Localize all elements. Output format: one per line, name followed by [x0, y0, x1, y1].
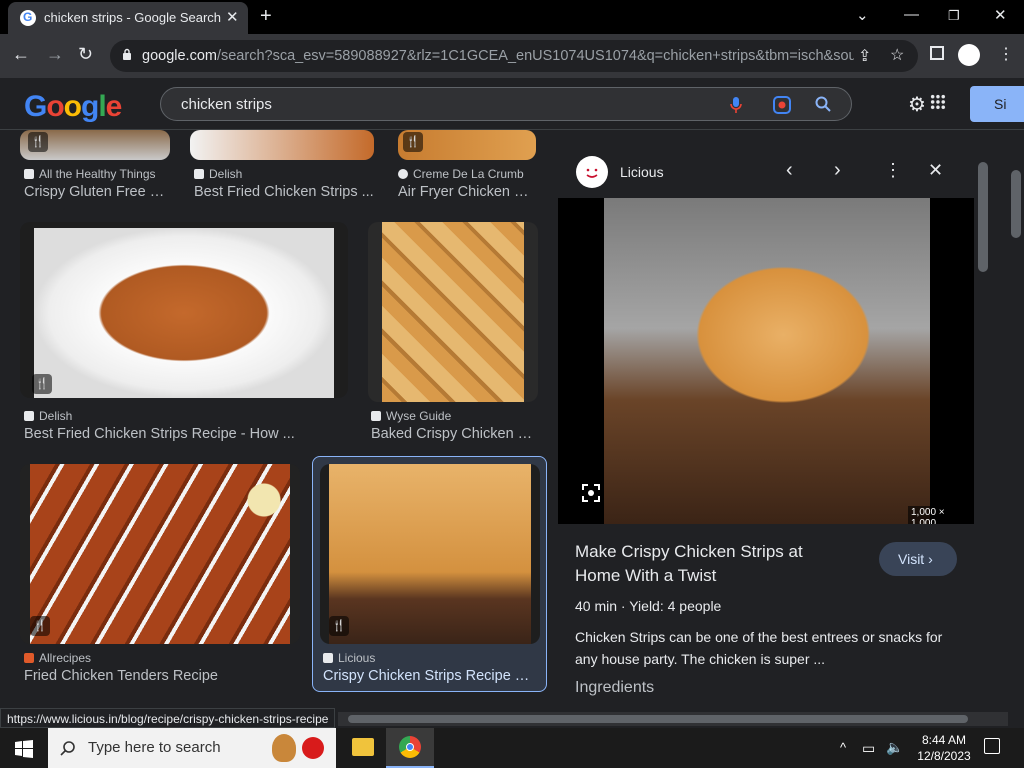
next-image-icon[interactable]: ›: [834, 159, 841, 182]
result-source: Allrecipes: [24, 651, 91, 665]
recipe-icon: 🍴: [403, 132, 423, 152]
close-tab-icon[interactable]: ✕: [226, 8, 239, 26]
forward-button[interactable]: →: [46, 44, 64, 65]
result-source: Delish: [24, 409, 72, 423]
more-options-icon[interactable]: ⋮: [884, 160, 902, 181]
recipe-icon: 🍴: [30, 616, 50, 636]
visit-button[interactable]: Visit ›: [879, 542, 957, 576]
volume-muted-icon[interactable]: 🔈: [886, 739, 903, 756]
bookmark-star-icon[interactable]: ☆: [890, 45, 904, 65]
result-source: Wyse Guide: [371, 409, 451, 423]
close-preview-icon[interactable]: ✕: [928, 160, 943, 181]
taskbar-search-icon: [60, 741, 75, 756]
result-source: Delish: [194, 167, 242, 181]
status-url: https://www.licious.in/blog/recipe/crisp…: [0, 708, 336, 728]
image-preview-panel: Licious ‹ › ⋮ ✕ 1,000 × 1,000 Make Crisp…: [558, 146, 974, 712]
lens-search-image-icon[interactable]: [582, 484, 600, 502]
tab-search-icon[interactable]: ⌄: [856, 6, 869, 24]
window-titlebar: chicken strips - Google Search ✕ + ⌄ — ❐…: [0, 0, 1024, 34]
sign-in-button[interactable]: Si: [970, 86, 1024, 122]
google-logo[interactable]: Google: [24, 90, 122, 124]
browser-toolbar: ← → ↻ google.com/search?sca_esv=58908892…: [0, 34, 1024, 78]
result-source: All the Healthy Things: [24, 167, 156, 181]
preview-image[interactable]: [604, 198, 930, 524]
preview-image-area[interactable]: 1,000 × 1,000: [558, 198, 974, 530]
close-window-button[interactable]: ✕: [994, 6, 1007, 24]
preview-description: Chicken Strips can be one of the best en…: [575, 629, 943, 667]
result-source: Creme De La Crumb: [398, 167, 524, 181]
result-thumbnail[interactable]: [190, 130, 374, 160]
result-title[interactable]: Air Fryer Chicken St...: [398, 184, 538, 200]
result-thumbnail[interactable]: 🍴: [398, 130, 536, 160]
lens-search-icon[interactable]: [773, 96, 791, 114]
result-thumbnail[interactable]: 🍴: [20, 130, 170, 160]
result-title[interactable]: Best Fried Chicken Strips Recipe - How .…: [24, 426, 344, 442]
chrome-taskbar-button[interactable]: [386, 728, 434, 768]
result-title[interactable]: Best Fried Chicken Strips ...: [194, 184, 374, 200]
preview-info: Make Crispy Chicken Strips at Home With …: [558, 524, 974, 712]
url-text: google.com/search?sca_esv=589088927&rlz=…: [142, 48, 854, 64]
new-tab-button[interactable]: +: [260, 5, 272, 28]
tab-title: chicken strips - Google Search: [44, 10, 222, 25]
licious-logo-icon: [576, 156, 608, 188]
show-hidden-icons[interactable]: ^: [840, 740, 846, 755]
search-icon[interactable]: [815, 96, 831, 112]
result-title[interactable]: Crispy Chicken Strips Recipe – ...: [323, 668, 537, 684]
result-title[interactable]: Baked Crispy Chicken S...: [371, 426, 537, 442]
file-explorer-icon[interactable]: [352, 738, 374, 756]
profile-avatar-icon[interactable]: [958, 44, 980, 66]
panel-scrollbar[interactable]: [976, 146, 990, 712]
menu-kebab-icon[interactable]: ⋮: [998, 44, 1014, 64]
reload-button[interactable]: ↻: [78, 44, 93, 65]
browser-tab[interactable]: chicken strips - Google Search ✕: [8, 2, 248, 34]
result-thumbnail[interactable]: 🍴: [20, 222, 348, 398]
panel-scroll-thumb[interactable]: [978, 162, 988, 272]
taskbar-search[interactable]: Type here to search: [48, 728, 336, 768]
network-icon[interactable]: ▭: [862, 740, 875, 757]
recipe-meta: 40 min · Yield: 4 people: [575, 598, 722, 614]
voice-search-icon[interactable]: [729, 96, 743, 114]
google-favicon-icon: [20, 10, 36, 26]
restore-button[interactable]: ❐: [948, 8, 960, 24]
notifications-icon[interactable]: [984, 738, 1000, 754]
chrome-icon-center: [406, 743, 414, 751]
lock-icon: [123, 48, 131, 60]
ornament-icon: [302, 737, 324, 759]
ingredients-heading: Ingredients: [575, 679, 655, 696]
result-thumbnail[interactable]: [368, 222, 538, 402]
windows-taskbar: Type here to search ^ ▭ 🔈 8:44 AM 12/8/2…: [0, 728, 1024, 768]
result-source: Licious: [323, 651, 375, 665]
clock-time: 8:44 AM: [921, 733, 967, 747]
result-thumbnail[interactable]: 🍴: [20, 464, 300, 644]
apps-grid-icon[interactable]: [930, 94, 946, 110]
address-bar[interactable]: google.com/search?sca_esv=589088927&rlz=…: [110, 40, 918, 72]
preview-source[interactable]: Licious: [620, 164, 664, 180]
previous-image-icon[interactable]: ‹: [786, 159, 793, 182]
recipe-icon: 🍴: [329, 616, 349, 636]
settings-gear-icon[interactable]: ⚙: [908, 92, 926, 117]
google-header: Google chicken strips ⚙ Si: [0, 78, 1024, 130]
gingerbread-icon: [272, 734, 296, 762]
minimize-button[interactable]: —: [904, 6, 919, 23]
horizontal-scroll-thumb[interactable]: [348, 715, 968, 723]
search-input[interactable]: chicken strips: [181, 96, 272, 113]
share-icon[interactable]: ⇪: [858, 46, 871, 66]
recipe-icon: 🍴: [28, 132, 48, 152]
search-box[interactable]: chicken strips: [160, 87, 852, 121]
recipe-icon: 🍴: [32, 374, 52, 394]
result-title[interactable]: Crispy Gluten Free C...: [24, 184, 170, 200]
horizontal-scrollbar[interactable]: [338, 712, 1008, 726]
preview-header: Licious ‹ › ⋮ ✕: [558, 146, 974, 198]
preview-title[interactable]: Make Crispy Chicken Strips at Home With …: [575, 540, 835, 588]
page-scroll-thumb[interactable]: [1011, 170, 1021, 238]
page-scrollbar[interactable]: [1008, 130, 1024, 712]
back-button[interactable]: ←: [12, 44, 30, 65]
taskbar-search-placeholder: Type here to search: [88, 739, 221, 756]
clock[interactable]: 8:44 AM 12/8/2023: [916, 733, 972, 763]
result-title[interactable]: Fried Chicken Tenders Recipe: [24, 668, 304, 684]
windows-start-icon[interactable]: [15, 740, 33, 758]
clock-date: 12/8/2023: [917, 749, 971, 763]
side-panel-icon[interactable]: [930, 46, 944, 60]
result-thumbnail-selected[interactable]: 🍴: [320, 464, 540, 644]
